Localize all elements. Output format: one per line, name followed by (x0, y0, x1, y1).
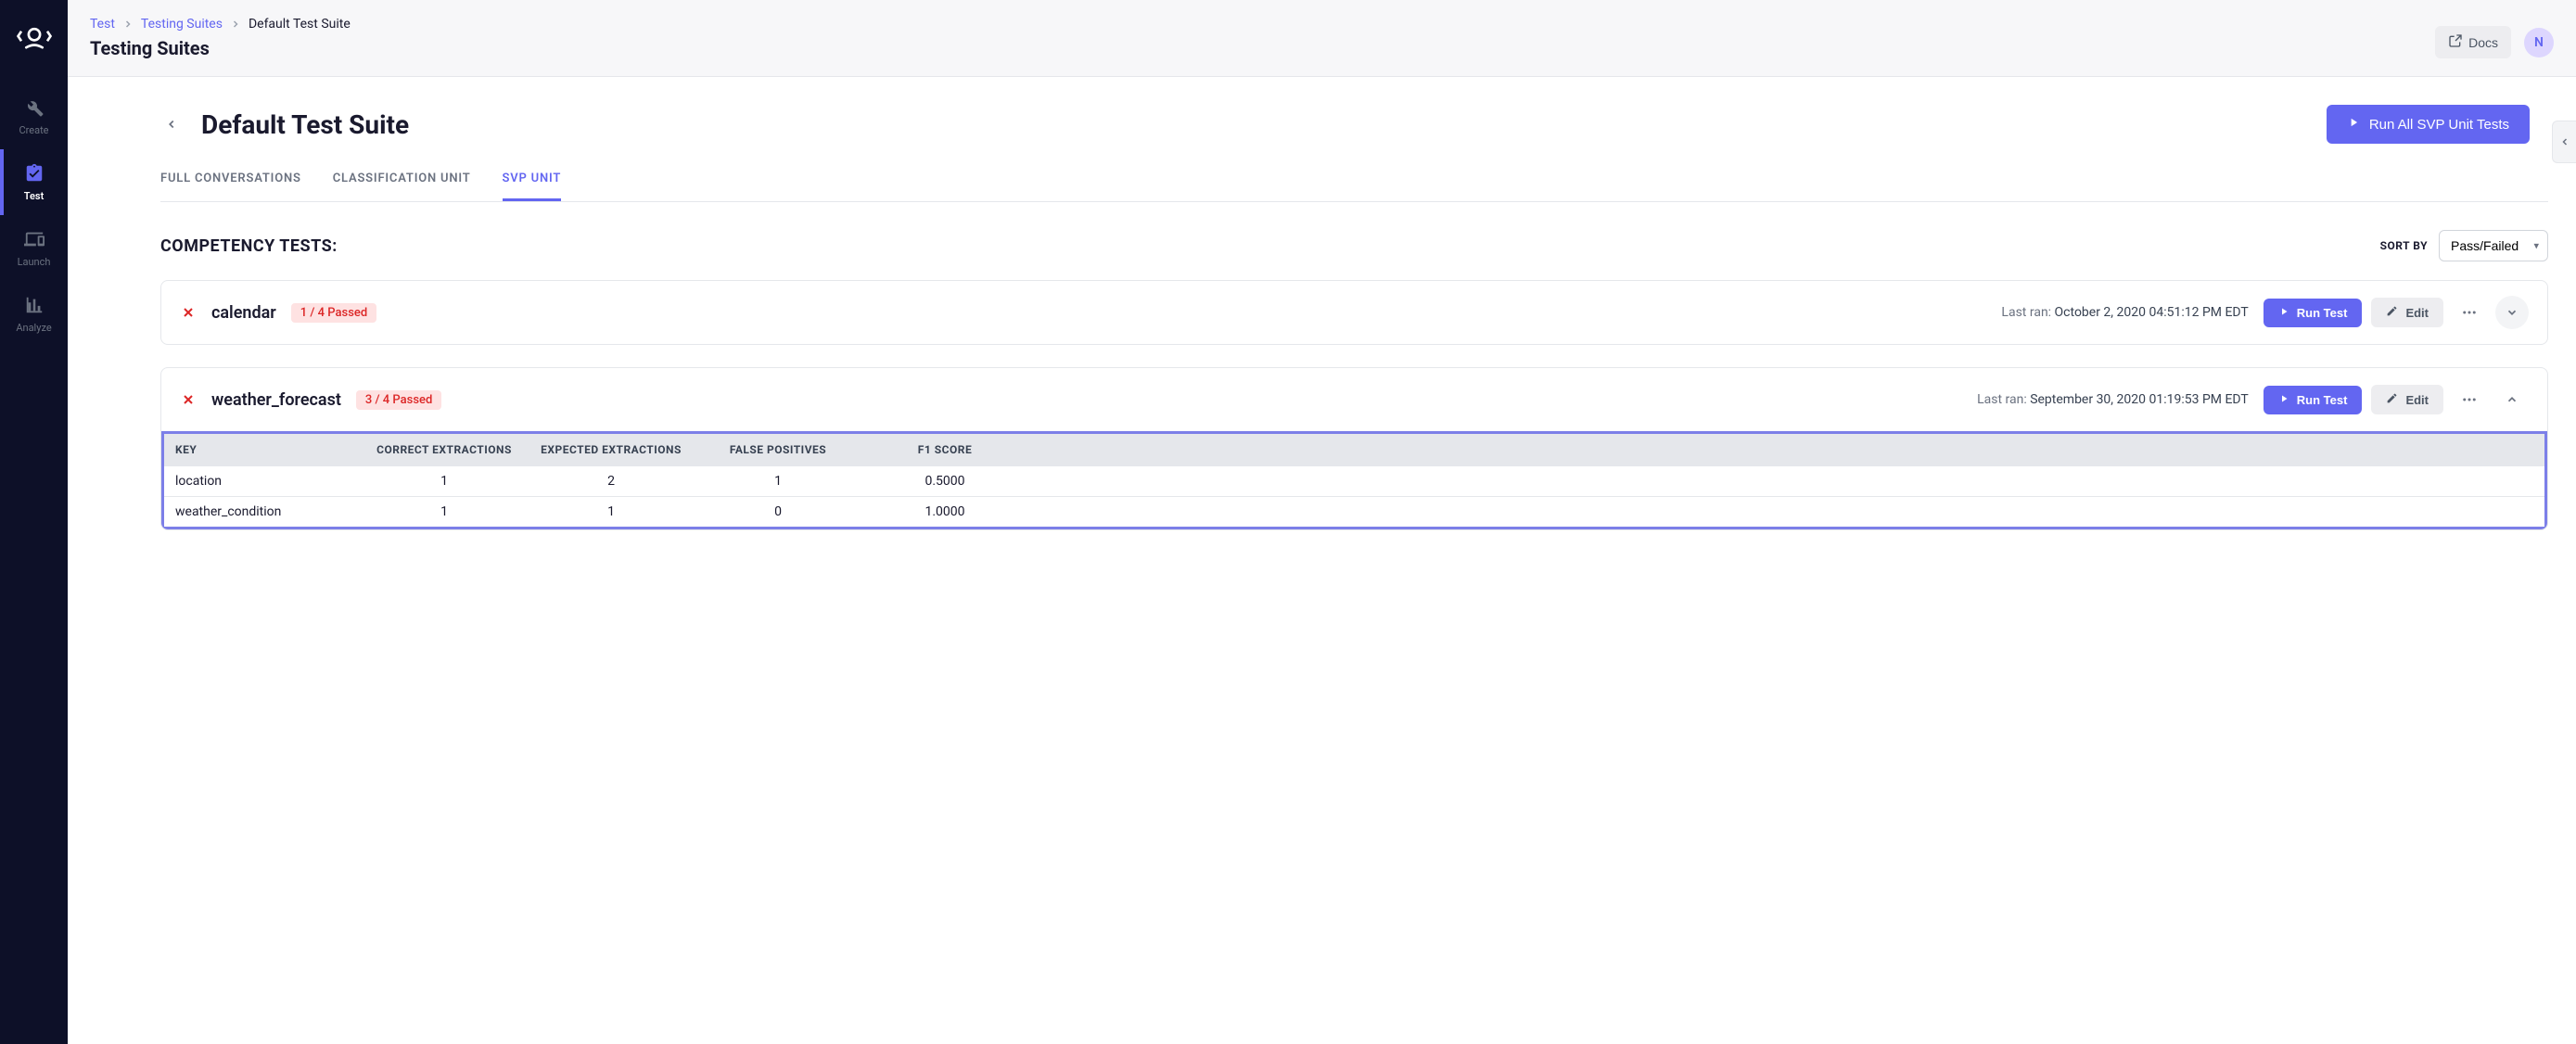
cell-correct: 1 (361, 504, 528, 519)
table-row: location 1 2 1 0.5000 (164, 465, 2544, 496)
col-f1: F1 SCORE (861, 443, 1028, 456)
devices-icon (23, 228, 45, 250)
tab-classification-unit[interactable]: CLASSIFICATION UNIT (333, 172, 471, 201)
header-title: Testing Suites (90, 37, 2554, 76)
nav-label: Create (19, 124, 48, 136)
nav-label: Test (24, 190, 45, 202)
last-ran: Last ran: September 30, 2020 01:19:53 PM… (1977, 392, 2249, 407)
bar-chart-icon (23, 294, 45, 316)
play-icon (2278, 306, 2289, 320)
test-card-calendar: calendar 1 / 4 Passed Last ran: October … (160, 280, 2548, 345)
table-header-row: KEY CORRECT EXTRACTIONS EXPECTED EXTRACT… (164, 434, 2544, 465)
header: Test Testing Suites Default Test Suite T… (68, 0, 2576, 77)
export-icon (2448, 33, 2463, 51)
breadcrumb: Test Testing Suites Default Test Suite (90, 17, 2554, 32)
status-badge: 1 / 4 Passed (291, 303, 376, 323)
edit-button[interactable]: Edit (2371, 385, 2443, 414)
nav-label: Analyze (16, 322, 51, 334)
sidebar: Create Test Launch Analyze (0, 0, 68, 1044)
breadcrumb-link-test[interactable]: Test (90, 17, 115, 32)
chevron-right-icon (230, 19, 241, 30)
last-ran: Last ran: October 2, 2020 04:51:12 PM ED… (2001, 305, 2248, 320)
col-fp: FALSE POSITIVES (695, 443, 861, 456)
section-title: COMPETENCY TESTS: (160, 236, 338, 256)
table-row: weather_condition 1 1 0 1.0000 (164, 496, 2544, 527)
edit-button[interactable]: Edit (2371, 298, 2443, 327)
nav-item-create[interactable]: Create (0, 83, 68, 149)
expand-button[interactable] (2495, 296, 2529, 329)
cell-key: weather_condition (175, 504, 361, 519)
back-button[interactable] (160, 113, 183, 135)
status-badge: 3 / 4 Passed (356, 390, 441, 410)
cell-correct: 1 (361, 474, 528, 489)
run-test-button[interactable]: Run Test (2264, 386, 2363, 414)
collapse-button[interactable] (2495, 383, 2529, 416)
avatar[interactable]: N (2524, 28, 2554, 57)
nav-item-launch[interactable]: Launch (0, 215, 68, 281)
cell-key: location (175, 474, 361, 489)
tab-svp-unit[interactable]: SVP UNIT (503, 172, 562, 201)
docs-label: Docs (2468, 35, 2498, 50)
main-content: Test Testing Suites Default Test Suite T… (68, 0, 2576, 1044)
tabs: FULL CONVERSATIONS CLASSIFICATION UNIT S… (160, 172, 2548, 202)
docs-button[interactable]: Docs (2435, 26, 2511, 58)
nav-label: Launch (18, 256, 51, 268)
results-table: KEY CORRECT EXTRACTIONS EXPECTED EXTRACT… (161, 431, 2547, 529)
page-title: Default Test Suite (201, 109, 409, 140)
play-icon (2347, 116, 2360, 133)
pencil-icon (2386, 305, 2398, 320)
clipboard-check-icon (23, 162, 45, 185)
tab-full-conversations[interactable]: FULL CONVERSATIONS (160, 172, 301, 201)
more-button[interactable] (2453, 383, 2486, 416)
sort-select[interactable]: Pass/Failed (2439, 230, 2548, 261)
more-button[interactable] (2453, 296, 2486, 329)
play-icon (2278, 393, 2289, 407)
pencil-icon (2386, 392, 2398, 407)
sort-label: SORT BY (2380, 239, 2428, 252)
col-key: KEY (175, 443, 361, 456)
fail-icon (180, 391, 197, 408)
wrench-icon (23, 96, 45, 119)
nav-item-test[interactable]: Test (0, 149, 68, 215)
test-name: calendar (211, 303, 276, 323)
col-expected: EXPECTED EXTRACTIONS (528, 443, 695, 456)
run-all-button[interactable]: Run All SVP Unit Tests (2327, 105, 2530, 144)
cell-expected: 1 (528, 504, 695, 519)
nav-item-analyze[interactable]: Analyze (0, 281, 68, 347)
test-card-weather-forecast: weather_forecast 3 / 4 Passed Last ran: … (160, 367, 2548, 530)
run-test-button[interactable]: Run Test (2264, 299, 2363, 327)
chevron-right-icon (122, 19, 134, 30)
col-correct: CORRECT EXTRACTIONS (361, 443, 528, 456)
run-all-label: Run All SVP Unit Tests (2369, 117, 2509, 133)
cell-fp: 0 (695, 504, 861, 519)
cell-f1: 1.0000 (861, 504, 1028, 519)
test-name: weather_forecast (211, 390, 341, 410)
cell-expected: 2 (528, 474, 695, 489)
cell-f1: 0.5000 (861, 474, 1028, 489)
app-logo (15, 17, 54, 56)
breadcrumb-link-suites[interactable]: Testing Suites (141, 17, 223, 32)
cell-fp: 1 (695, 474, 861, 489)
breadcrumb-current: Default Test Suite (249, 17, 351, 32)
fail-icon (180, 304, 197, 321)
